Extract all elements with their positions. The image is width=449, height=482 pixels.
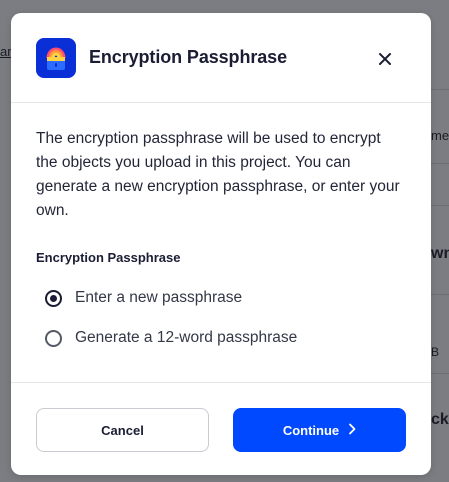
cancel-button[interactable]: Cancel (36, 408, 209, 452)
continue-button-label: Continue (282, 422, 340, 438)
background-text-fragment: me (431, 128, 449, 143)
radio-selected-icon[interactable] (45, 289, 62, 307)
option-label: Enter a new passphrase (75, 289, 243, 306)
background-text-fragment: B (431, 345, 440, 359)
close-icon[interactable] (375, 49, 395, 69)
continue-button[interactable]: Continue (233, 408, 406, 452)
dialog-body: The encryption passphrase will be used t… (36, 127, 406, 223)
encryption-passphrase-dialog: Encryption Passphrase The encryption pas… (11, 13, 431, 475)
dialog-title: Encryption Passphrase (89, 47, 287, 67)
cancel-button-label: Cancel (101, 422, 144, 438)
radio-unselected-icon[interactable] (45, 329, 62, 347)
passphrase-section-label: Encryption Passphrase (36, 250, 181, 265)
option-generate-passphrase[interactable]: Generate a 12-word passphrase (45, 326, 297, 350)
dialog-description: The encryption passphrase will be used t… (36, 130, 400, 219)
background-heading-fragment: ck (431, 411, 449, 428)
dialog-header: Encryption Passphrase (11, 13, 431, 103)
dialog-footer: Cancel Continue (11, 382, 431, 475)
lock-icon (36, 38, 76, 78)
option-enter-passphrase[interactable]: Enter a new passphrase (45, 286, 242, 310)
background-heading-fragment: wn (431, 245, 449, 262)
background-link-fragment: ar (0, 44, 12, 59)
chevron-right-icon (348, 423, 356, 438)
option-label: Generate a 12-word passphrase (75, 329, 298, 346)
